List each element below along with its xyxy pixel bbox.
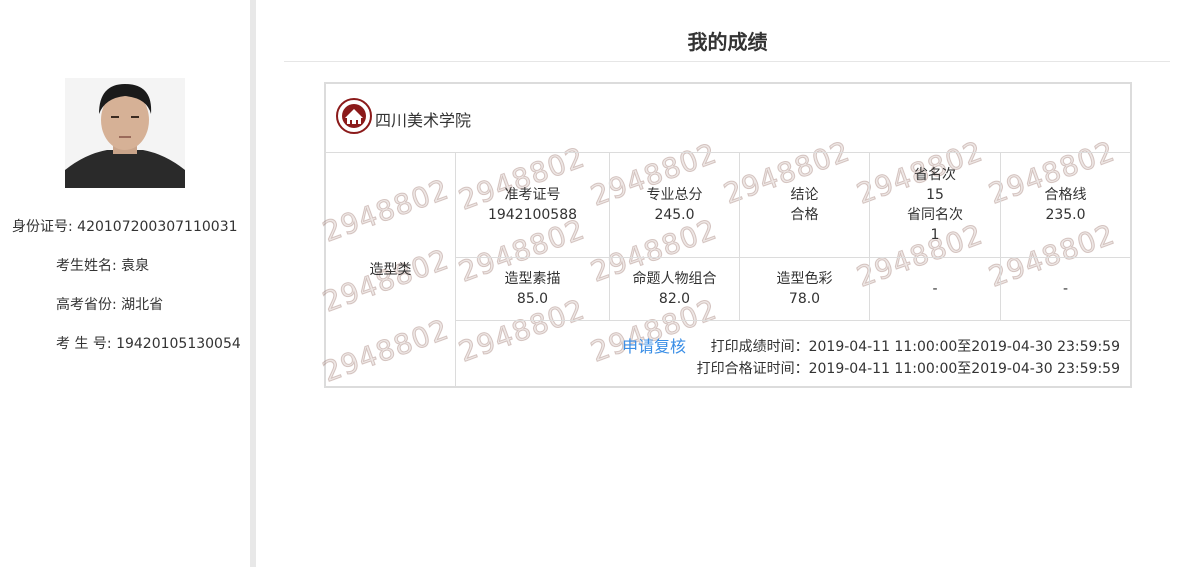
cell-value: 合格 <box>790 207 819 223</box>
empty-score-cell: - <box>1001 258 1130 320</box>
cell-value: - <box>1062 281 1069 297</box>
cell-label: 造型素描 <box>504 271 561 287</box>
cell-label: 命题人物组合 <box>632 271 717 287</box>
sketch-score-cell: 造型素描 85.0 <box>456 258 609 320</box>
id-number-value: 420107200307110031 <box>77 219 238 235</box>
category-cell: 造型类 <box>326 153 455 386</box>
card-header: 四川美术学院 <box>326 84 1130 153</box>
figure-score-cell: 命题人物组合 82.0 <box>610 258 739 320</box>
cell-label: 省同名次 <box>907 207 963 223</box>
pass-line-cell: 合格线 235.0 <box>1001 153 1130 257</box>
score-card: 2948802 2948802 2948802 2948802 2948802 … <box>318 82 1132 389</box>
apply-review-link[interactable]: 申请复核 <box>622 333 686 357</box>
cell-value: 245.0 <box>654 207 695 223</box>
total-score-cell: 专业总分 245.0 <box>610 153 739 257</box>
profile-sidebar: 身份证号: 420107200307110031 考生姓名: 袁泉 高考省份: … <box>0 0 250 567</box>
id-number-label: 身份证号: <box>12 219 73 235</box>
print-score-time: 打印成绩时间：2019-04-11 11:00:00至2019-04-30 23… <box>710 339 1120 355</box>
main-content: 我的成绩 2948802 2948802 2948802 2948802 294… <box>256 0 1199 567</box>
student-name-row: 考生姓名: 袁泉 <box>56 255 149 275</box>
cell-value: 235.0 <box>1045 207 1086 223</box>
exam-number-row: 考 生 号: 19420105130054 <box>56 333 241 353</box>
exam-number-value: 19420105130054 <box>116 336 241 352</box>
student-name-value: 袁泉 <box>121 258 150 274</box>
exam-number-label: 考 生 号: <box>56 336 112 352</box>
print-certificate-time: 打印合格证时间：2019-04-11 11:00:00至2019-04-30 2… <box>696 361 1120 377</box>
empty-score-cell: - <box>870 258 1000 320</box>
cell-label: 省名次 <box>914 167 956 183</box>
cell-label: 专业总分 <box>646 187 703 203</box>
school-logo-icon <box>336 98 372 134</box>
province-value: 湖北省 <box>121 297 164 313</box>
cell-label: 准考证号 <box>504 187 561 203</box>
color-score-cell: 造型色彩 78.0 <box>740 258 869 320</box>
cell-value: 15 <box>926 187 944 203</box>
cell-value: 1 <box>930 227 940 243</box>
student-name-label: 考生姓名: <box>56 258 117 274</box>
cell-value: 85.0 <box>516 291 549 307</box>
score-table: 造型类 准考证号 1942100588 专业总分 245.0 结论 合格 省名次… <box>326 153 1130 386</box>
admission-ticket-cell: 准考证号 1942100588 <box>456 153 609 257</box>
school-name: 四川美术学院 <box>375 111 472 130</box>
province-row: 高考省份: 湖北省 <box>56 294 163 314</box>
cell-label: 结论 <box>790 187 819 203</box>
cell-value: 1942100588 <box>487 207 578 223</box>
conclusion-cell: 结论 合格 <box>740 153 869 257</box>
province-label: 高考省份: <box>56 297 117 313</box>
cell-value: 78.0 <box>788 291 821 307</box>
id-number-row: 身份证号: 420107200307110031 <box>12 216 238 236</box>
student-photo <box>65 78 185 188</box>
cell-label: 合格线 <box>1044 187 1087 203</box>
title-divider <box>284 61 1170 62</box>
table-divider <box>455 320 1130 321</box>
cell-value: 82.0 <box>658 291 691 307</box>
page-title: 我的成绩 <box>687 30 768 54</box>
cell-value: - <box>932 281 938 297</box>
province-rank-cell: 省名次 15 省同名次 1 <box>870 153 1000 257</box>
category-label: 造型类 <box>369 261 412 278</box>
cell-label: 造型色彩 <box>776 271 833 287</box>
